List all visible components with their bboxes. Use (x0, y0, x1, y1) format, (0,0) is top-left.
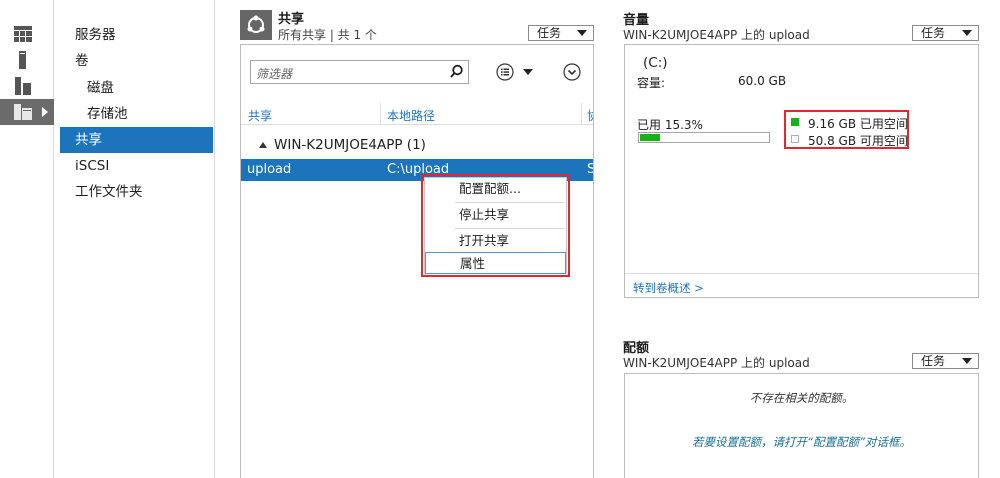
chevron-right-icon (42, 107, 48, 117)
column-header-local-path[interactable]: 本地路径 (387, 107, 435, 124)
nav-item-storage-pools[interactable]: 存储池 (60, 101, 213, 127)
navigation-pane: 服务器 卷 磁盘 存储池 共享 iSCSI 工作文件夹 (55, 0, 215, 478)
nav-item-servers[interactable]: 服务器 (60, 22, 213, 48)
column-header-share[interactable]: 共享 (248, 107, 272, 124)
shares-tile-icon (240, 10, 272, 40)
quota-empty-message: 不存在相关的配额。 (749, 391, 854, 405)
share-name-cell: upload (247, 162, 292, 177)
quota-hint-link[interactable]: 若要设置配额，请打开“配置配额”对话框。 (625, 434, 978, 450)
usage-bar (638, 132, 770, 143)
quota-tasks-button[interactable]: 任务 (912, 353, 979, 369)
search-icon[interactable] (449, 64, 464, 79)
rail-local-server[interactable] (0, 47, 54, 73)
volume-tasks-label: 任务 (921, 26, 946, 40)
view-list-icon[interactable] (496, 63, 514, 81)
space-legend: 9.16 GB 已用空间 50.8 GB 可用空间 (784, 110, 909, 149)
column-header-protocol[interactable]: 协 (587, 107, 593, 124)
drive-letter: (C:) (643, 55, 668, 71)
share-protocol-cell: S (587, 159, 593, 181)
server-group-header[interactable]: WIN-K2UMJOE4APP (1) (274, 137, 426, 153)
legend-free-text: 50.8 GB 可用空间 (808, 134, 908, 148)
quota-subtitle: WIN-K2UMJOE4APP 上的 upload (623, 356, 810, 370)
caret-down-icon (577, 30, 587, 36)
volume-tasks-button[interactable]: 任务 (912, 25, 979, 41)
caret-down-icon (962, 358, 972, 364)
menu-item-properties[interactable]: 属性 (425, 252, 566, 274)
icon-rail (0, 0, 54, 478)
shares-count: 所有共享 | 共 1 个 (278, 28, 377, 42)
shares-tasks-button[interactable]: 任务 (528, 25, 594, 41)
menu-separator (455, 228, 565, 229)
go-to-volume-overview-link[interactable]: 转到卷概述 > (633, 280, 704, 296)
menu-item-configure-quota[interactable]: 配置配额... (425, 178, 566, 200)
view-caret-icon[interactable] (523, 69, 533, 75)
quota-panel: 不存在相关的配额。 若要设置配额，请打开“配置配额”对话框。 (624, 373, 979, 478)
used-percent-label: 已用 15.3% (637, 118, 703, 132)
volume-footer: 转到卷概述 > (625, 273, 978, 298)
shares-tasks-label: 任务 (537, 26, 562, 40)
column-divider (380, 103, 381, 125)
dashboard-icon (14, 26, 32, 42)
nav-item-work-folders[interactable]: 工作文件夹 (60, 179, 213, 205)
usage-bar-fill (640, 134, 660, 141)
column-divider (581, 103, 582, 125)
file-services-icon (14, 104, 32, 120)
column-headers: 共享 本地路径 协 (241, 103, 593, 125)
rail-file-storage-services[interactable] (0, 99, 54, 125)
nav-item-shares[interactable]: 共享 (60, 127, 213, 153)
expand-chevron-icon[interactable] (563, 63, 581, 81)
rail-all-servers[interactable] (0, 73, 54, 99)
free-swatch (791, 135, 799, 143)
rail-dashboard[interactable] (0, 21, 54, 47)
shares-title: 共享 (278, 12, 305, 27)
filter-placeholder: 筛选器 (256, 67, 293, 81)
menu-separator (455, 202, 565, 203)
nav-item-volumes[interactable]: 卷 (60, 48, 213, 74)
volume-subtitle: WIN-K2UMJOE4APP 上的 upload (623, 28, 810, 42)
capacity-value: 60.0 GB (738, 74, 787, 88)
menu-item-stop-sharing[interactable]: 停止共享 (425, 204, 566, 226)
collapse-triangle-icon[interactable] (259, 142, 267, 148)
filter-input[interactable]: 筛选器 (250, 60, 469, 84)
roles-icon (15, 77, 31, 95)
nav-item-disks[interactable]: 磁盘 (60, 75, 213, 101)
server-icon (19, 51, 26, 69)
volume-panel: (C:) 容量: 60.0 GB 已用 15.3% 9.16 GB 已用空间 5… (624, 44, 979, 298)
used-swatch (791, 118, 799, 126)
capacity-label: 容量: (637, 76, 666, 90)
quota-tasks-label: 任务 (921, 354, 946, 368)
menu-item-open-share[interactable]: 打开共享 (425, 230, 566, 252)
legend-used-text: 9.16 GB 已用空间 (808, 117, 908, 131)
caret-down-icon (962, 30, 972, 36)
nav-item-iscsi[interactable]: iSCSI (60, 153, 213, 179)
context-menu: 配置配额... 停止共享 打开共享 属性 (424, 177, 567, 274)
